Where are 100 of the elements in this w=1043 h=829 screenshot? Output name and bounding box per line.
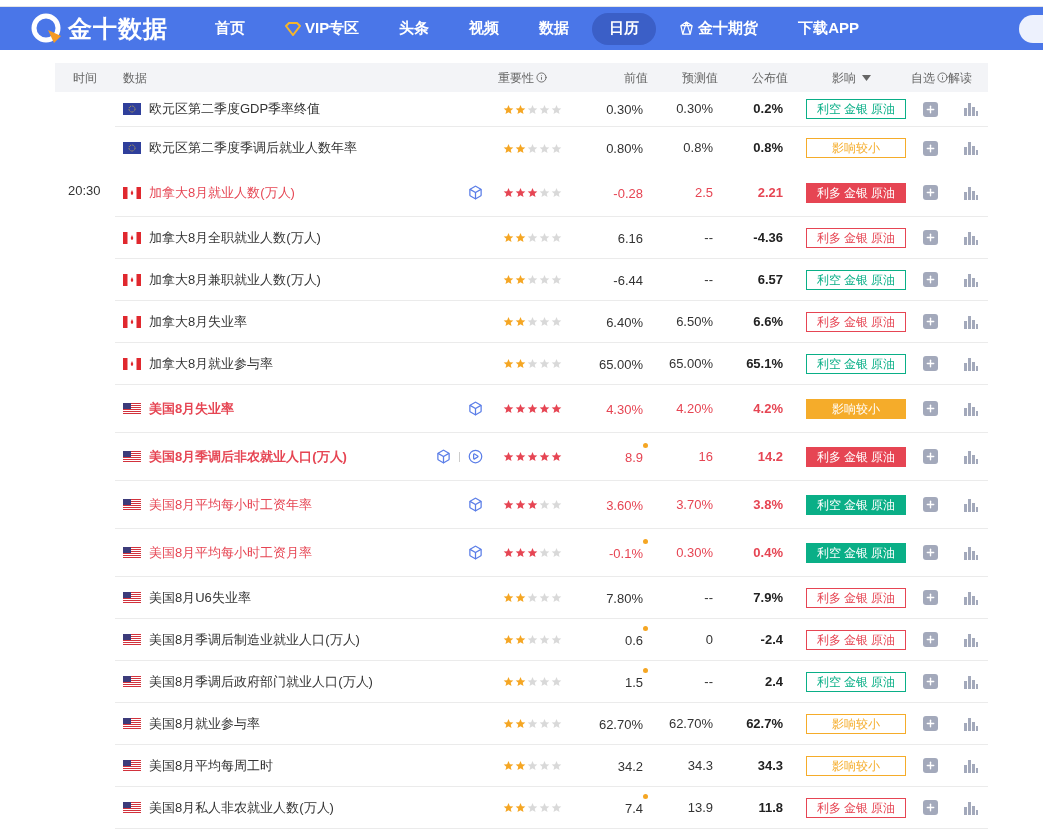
cube-icon[interactable] xyxy=(436,449,451,464)
nav-link[interactable]: 数据 xyxy=(522,12,587,45)
actual-value: -2.4 xyxy=(760,630,783,649)
bar-chart-icon[interactable] xyxy=(963,141,978,155)
bar-chart-icon[interactable] xyxy=(963,758,978,773)
indicator-name[interactable]: 美国8月平均每周工时 xyxy=(149,755,274,776)
impact-tag: 利多 金银 原油 xyxy=(806,227,906,248)
impact-tag: 影响较小 xyxy=(806,138,906,158)
actual-value: 0.2% xyxy=(753,100,783,119)
add-button[interactable] xyxy=(923,674,938,689)
actual-value: 4.2% xyxy=(753,399,783,418)
actual-value: 6.57 xyxy=(757,270,783,289)
bar-chart-icon[interactable] xyxy=(963,230,978,245)
indicator-name[interactable]: 美国8月平均每小时工资月率 xyxy=(149,542,313,563)
add-button[interactable] xyxy=(923,800,938,815)
nav-link[interactable]: VIP专区 xyxy=(268,12,377,45)
add-button[interactable] xyxy=(923,401,938,416)
nav-link[interactable]: 首页 xyxy=(198,12,262,45)
forecast-value: 0.8% xyxy=(683,139,713,158)
indicator-name[interactable]: 美国8月季调后非农就业人口(万人) xyxy=(149,446,347,467)
impact-tag: 利空 金银 原油 xyxy=(806,99,906,119)
indicator-name[interactable]: 美国8月就业参与率 xyxy=(149,713,261,734)
previous-value: 7.80% xyxy=(606,590,643,606)
bar-chart-icon[interactable] xyxy=(963,314,978,329)
cube-icon[interactable] xyxy=(468,401,483,416)
column-header: 前值 xyxy=(624,69,648,87)
cube-icon[interactable] xyxy=(468,185,483,200)
bar-chart-icon[interactable] xyxy=(963,356,978,371)
nav-link[interactable]: 头条 xyxy=(382,12,447,45)
forecast-value: 0.30% xyxy=(676,100,713,119)
column-header: 时间 xyxy=(73,69,97,87)
forecast-value: 4.20% xyxy=(676,399,713,418)
cube-icon[interactable] xyxy=(468,497,483,512)
bar-chart-icon[interactable] xyxy=(963,102,978,116)
indicator-name[interactable]: 美国8月平均每小时工资年率 xyxy=(149,494,313,515)
add-button[interactable] xyxy=(923,449,938,464)
indicator-name[interactable]: 美国8月季调后政府部门就业人口(万人) xyxy=(149,671,373,692)
bar-chart-icon[interactable] xyxy=(963,545,978,560)
impact-tag: 影响较小 xyxy=(806,398,906,419)
indicator-name[interactable]: 加拿大8月兼职就业人数(万人) xyxy=(149,269,321,290)
indicator-name[interactable]: 美国8月私人非农就业人数(万人) xyxy=(149,797,334,818)
previous-value: 6.16 xyxy=(617,230,643,246)
nav-link[interactable]: 下载APP xyxy=(781,12,877,45)
bar-chart-icon[interactable] xyxy=(963,185,978,200)
forecast-value: 65.00% xyxy=(668,354,713,373)
column-header: 重要性 xyxy=(498,69,534,87)
nav-link[interactable]: 金十期货 xyxy=(662,12,776,45)
add-button[interactable] xyxy=(923,230,938,245)
add-button[interactable] xyxy=(923,314,938,329)
indicator-name[interactable]: 美国8月U6失业率 xyxy=(149,587,251,608)
bar-chart-icon[interactable] xyxy=(963,800,978,815)
previous-value: 0.6 xyxy=(624,632,643,648)
add-button[interactable] xyxy=(923,356,938,371)
actual-value: 65.1% xyxy=(746,354,783,373)
impact-tag: 利多 金银 原油 xyxy=(806,182,906,203)
actual-value: 11.8 xyxy=(758,798,783,817)
add-button[interactable] xyxy=(923,590,938,605)
add-button[interactable] xyxy=(923,272,938,287)
nav-link[interactable]: 日历 xyxy=(592,12,657,45)
add-button[interactable] xyxy=(923,140,938,156)
add-button[interactable] xyxy=(923,758,938,773)
add-button[interactable] xyxy=(923,545,938,560)
impact-tag: 利多 金银 原油 xyxy=(806,446,906,467)
bar-chart-icon[interactable] xyxy=(963,590,978,605)
indicator-name[interactable]: 加拿大8月失业率 xyxy=(149,311,248,332)
previous-value: 7.4 xyxy=(624,800,643,816)
actual-value: 6.6% xyxy=(753,312,783,331)
indicator-name[interactable]: 欧元区第二季度GDP季率终值 xyxy=(149,99,321,119)
bar-chart-icon[interactable] xyxy=(963,716,978,731)
previous-value: 0.80% xyxy=(606,141,643,156)
indicator-name[interactable]: 加拿大8月全职就业人数(万人) xyxy=(149,227,321,248)
add-button[interactable] xyxy=(923,716,938,731)
indicator-name[interactable]: 加拿大8月就业人数(万人) xyxy=(149,182,295,203)
add-button[interactable] xyxy=(923,101,938,117)
indicator-name[interactable]: 加拿大8月就业参与率 xyxy=(149,353,274,374)
indicator-name[interactable]: 欧元区第二季度季调后就业人数年率 xyxy=(149,138,357,158)
column-header: 影响 xyxy=(832,69,856,87)
play-icon[interactable] xyxy=(468,449,483,464)
nav-link[interactable]: 视频 xyxy=(452,12,517,45)
indicator-name[interactable]: 美国8月季调后制造业就业人口(万人) xyxy=(149,629,360,650)
bar-chart-icon[interactable] xyxy=(963,632,978,647)
bar-chart-icon[interactable] xyxy=(963,272,978,287)
bar-chart-icon[interactable] xyxy=(963,497,978,512)
bar-chart-icon[interactable] xyxy=(963,449,978,464)
forecast-value: 34.3 xyxy=(687,756,713,775)
actual-value: 0.8% xyxy=(753,139,783,158)
forecast-value: 62.70% xyxy=(668,714,713,733)
add-button[interactable] xyxy=(923,497,938,512)
column-header: 数据 xyxy=(123,69,147,87)
bar-chart-icon[interactable] xyxy=(963,674,978,689)
search-button[interactable] xyxy=(1019,14,1043,43)
indicator-name[interactable]: 美国8月失业率 xyxy=(149,398,235,419)
bar-chart-icon[interactable] xyxy=(963,401,978,416)
actual-value: -4.36 xyxy=(753,228,783,247)
impact-tag: 利空 金银 原油 xyxy=(806,671,906,692)
add-button[interactable] xyxy=(923,632,938,647)
add-button[interactable] xyxy=(923,185,938,200)
actual-value: 62.7% xyxy=(746,714,783,733)
cube-icon[interactable] xyxy=(468,545,483,560)
impact-tag: 利空 金银 原油 xyxy=(806,494,906,515)
